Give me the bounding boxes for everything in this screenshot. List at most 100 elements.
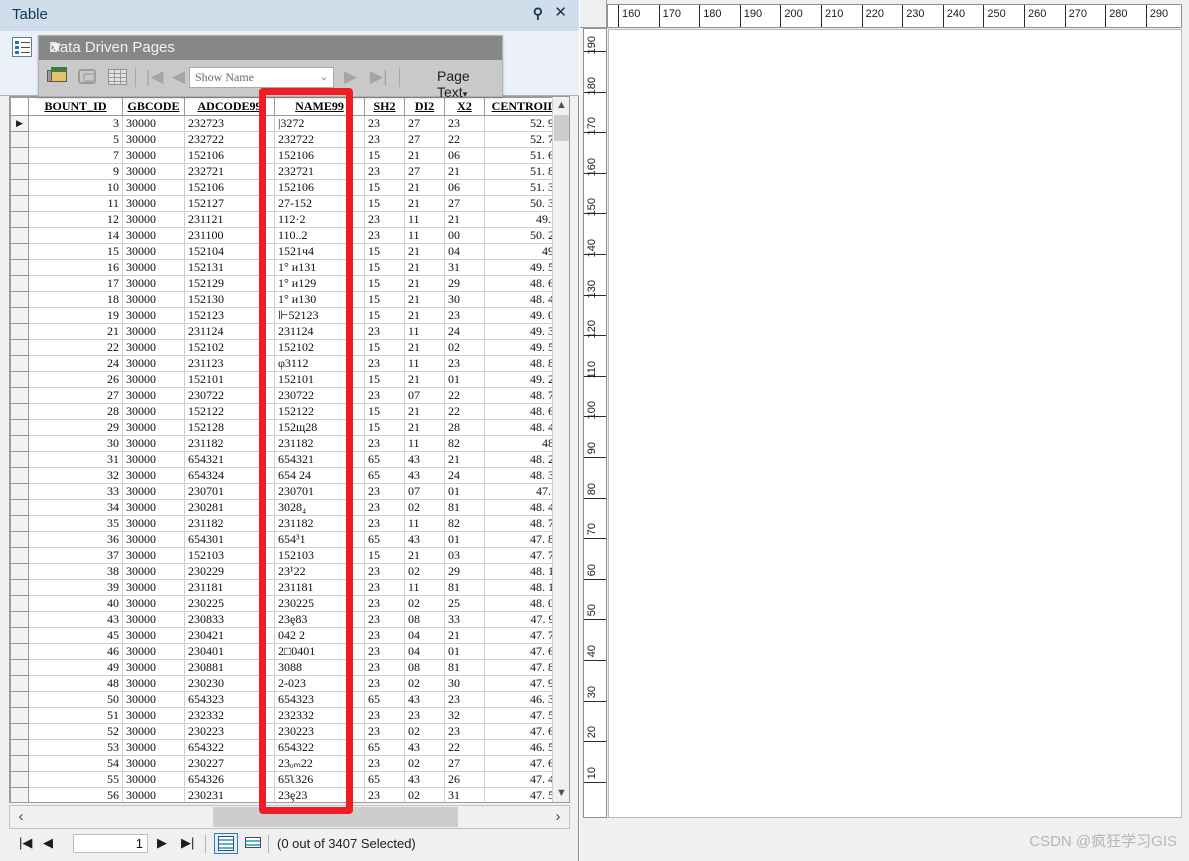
cell-adcode99[interactable]: 232332	[185, 708, 275, 724]
cell-bount_id[interactable]: 14	[29, 228, 123, 244]
row-selector[interactable]	[11, 676, 29, 692]
cell-name99[interactable]: 152101	[275, 372, 365, 388]
cell-adcode99[interactable]: 152122	[185, 404, 275, 420]
cell-name99[interactable]: 1521ч4	[275, 244, 365, 260]
next-record-button[interactable]: ▶	[157, 835, 167, 851]
table-row[interactable]: 103000015210615210615210651. 364	[11, 180, 570, 196]
row-selector[interactable]	[11, 276, 29, 292]
first-page-icon[interactable]: |◀	[146, 68, 164, 86]
cell-gbcode[interactable]: 30000	[123, 580, 185, 596]
scroll-right-icon[interactable]: ›	[547, 806, 569, 828]
cell-bount_id[interactable]: 36	[29, 532, 123, 548]
cell-di2[interactable]: 21	[405, 340, 445, 356]
cell-bount_id[interactable]: 55	[29, 772, 123, 788]
cell-di2[interactable]: 43	[405, 468, 445, 484]
cell-adcode99[interactable]: 232722	[185, 132, 275, 148]
vertical-scroll-thumb[interactable]	[554, 115, 569, 141]
cell-gbcode[interactable]: 30000	[123, 420, 185, 436]
cell-bount_id[interactable]: 35	[29, 516, 123, 532]
scroll-down-icon[interactable]: ▼	[553, 785, 570, 802]
cell-name99[interactable]: 654³1	[275, 532, 365, 548]
cell-sh2[interactable]: 65	[365, 692, 405, 708]
table-row[interactable]: 1930000152123⊩5212315212349. 091	[11, 308, 570, 324]
row-selector[interactable]	[11, 644, 29, 660]
cell-x2[interactable]: 21	[445, 452, 485, 468]
vertical-ruler[interactable]: 1901801701601501401301201101009080706050…	[583, 28, 607, 818]
cell-x2[interactable]: 06	[445, 148, 485, 164]
table-row[interactable]: 543000023022723ₒₘ2223022747. 656	[11, 756, 570, 772]
cell-x2[interactable]: 29	[445, 276, 485, 292]
cell-di2[interactable]: 21	[405, 372, 445, 388]
row-selector[interactable]	[11, 548, 29, 564]
cell-sh2[interactable]: 23	[365, 724, 405, 740]
cell-gbcode[interactable]: 30000	[123, 404, 185, 420]
cell-gbcode[interactable]: 30000	[123, 564, 185, 580]
table-row[interactable]: ▶330000232723|327223272352. 933	[11, 116, 570, 132]
cell-sh2[interactable]: 23	[365, 756, 405, 772]
cell-adcode99[interactable]: 230225	[185, 596, 275, 612]
row-selector[interactable]	[11, 388, 29, 404]
row-selector[interactable]	[11, 692, 29, 708]
cell-gbcode[interactable]: 30000	[123, 644, 185, 660]
cell-adcode99[interactable]: 230229	[185, 564, 275, 580]
cell-di2[interactable]: 07	[405, 484, 445, 500]
cell-name99[interactable]: 654321	[275, 452, 365, 468]
cell-name99[interactable]: 23ȩ83	[275, 612, 365, 628]
cell-name99[interactable]: 1° и131	[275, 260, 365, 276]
cell-gbcode[interactable]: 30000	[123, 436, 185, 452]
cell-adcode99[interactable]: 231121	[185, 212, 275, 228]
cell-name99[interactable]: 230701	[275, 484, 365, 500]
cell-sh2[interactable]: 23	[365, 660, 405, 676]
cell-adcode99[interactable]: 230701	[185, 484, 275, 500]
cell-name99[interactable]: 231124	[275, 324, 365, 340]
cell-name99[interactable]: 654323	[275, 692, 365, 708]
cell-gbcode[interactable]: 30000	[123, 324, 185, 340]
cell-x2[interactable]: 23	[445, 116, 485, 132]
cell-sh2[interactable]: 65	[365, 740, 405, 756]
cell-sh2[interactable]: 23	[365, 580, 405, 596]
cell-di2[interactable]: 21	[405, 420, 445, 436]
cell-name99[interactable]: 27-152	[275, 196, 365, 212]
cell-x2[interactable]: 27	[445, 756, 485, 772]
cell-adcode99[interactable]: 654301	[185, 532, 275, 548]
cell-x2[interactable]: 25	[445, 596, 485, 612]
cell-di2[interactable]: 43	[405, 452, 445, 468]
cell-gbcode[interactable]: 30000	[123, 212, 185, 228]
table-horizontal-scrollbar[interactable]: ‹ ›	[9, 805, 570, 829]
table-row[interactable]: 213000023112423112423112449. 358	[11, 324, 570, 340]
cell-gbcode[interactable]: 30000	[123, 132, 185, 148]
cell-sh2[interactable]: 15	[365, 372, 405, 388]
cell-x2[interactable]: 29	[445, 564, 485, 580]
cell-di2[interactable]: 21	[405, 260, 445, 276]
table-row[interactable]: 353000023118223118223118248. 719	[11, 516, 570, 532]
cell-di2[interactable]: 02	[405, 788, 445, 804]
cell-x2[interactable]: 23	[445, 692, 485, 708]
cell-x2[interactable]: 03	[445, 548, 485, 564]
cell-x2[interactable]: 27	[445, 196, 485, 212]
cell-adcode99[interactable]: 231182	[185, 516, 275, 532]
row-selector[interactable]	[11, 580, 29, 596]
cell-x2[interactable]: 23	[445, 308, 485, 324]
cell-sh2[interactable]: 23	[365, 644, 405, 660]
table-row[interactable]: 523000023022323022323022347. 696	[11, 724, 570, 740]
page-grid-icon[interactable]	[105, 64, 131, 90]
cell-x2[interactable]: 01	[445, 372, 485, 388]
previous-record-button[interactable]: ◀	[43, 835, 53, 851]
table-row[interactable]: 93000023272123272123272151. 800	[11, 164, 570, 180]
cell-gbcode[interactable]: 30000	[123, 116, 185, 132]
table-row[interactable]: 3630000654301654³165430147. 857	[11, 532, 570, 548]
cell-bount_id[interactable]: 22	[29, 340, 123, 356]
cell-bount_id[interactable]: 46	[29, 644, 123, 660]
cell-sh2[interactable]: 15	[365, 340, 405, 356]
data-driven-pages-toolbar[interactable]: Data Driven Pages ▼ ✕ |◀ ◀ Show Name	[38, 35, 503, 97]
table-row[interactable]: 533000065432265432265432246. 507	[11, 740, 570, 756]
row-selector[interactable]	[11, 212, 29, 228]
cell-gbcode[interactable]: 30000	[123, 468, 185, 484]
cell-name99[interactable]: 23¹22	[275, 564, 365, 580]
cell-sh2[interactable]: 15	[365, 196, 405, 212]
cell-sh2[interactable]: 65	[365, 468, 405, 484]
cell-name99[interactable]: 042 2	[275, 628, 365, 644]
cell-sh2[interactable]: 15	[365, 148, 405, 164]
cell-gbcode[interactable]: 30000	[123, 164, 185, 180]
cell-gbcode[interactable]: 30000	[123, 196, 185, 212]
